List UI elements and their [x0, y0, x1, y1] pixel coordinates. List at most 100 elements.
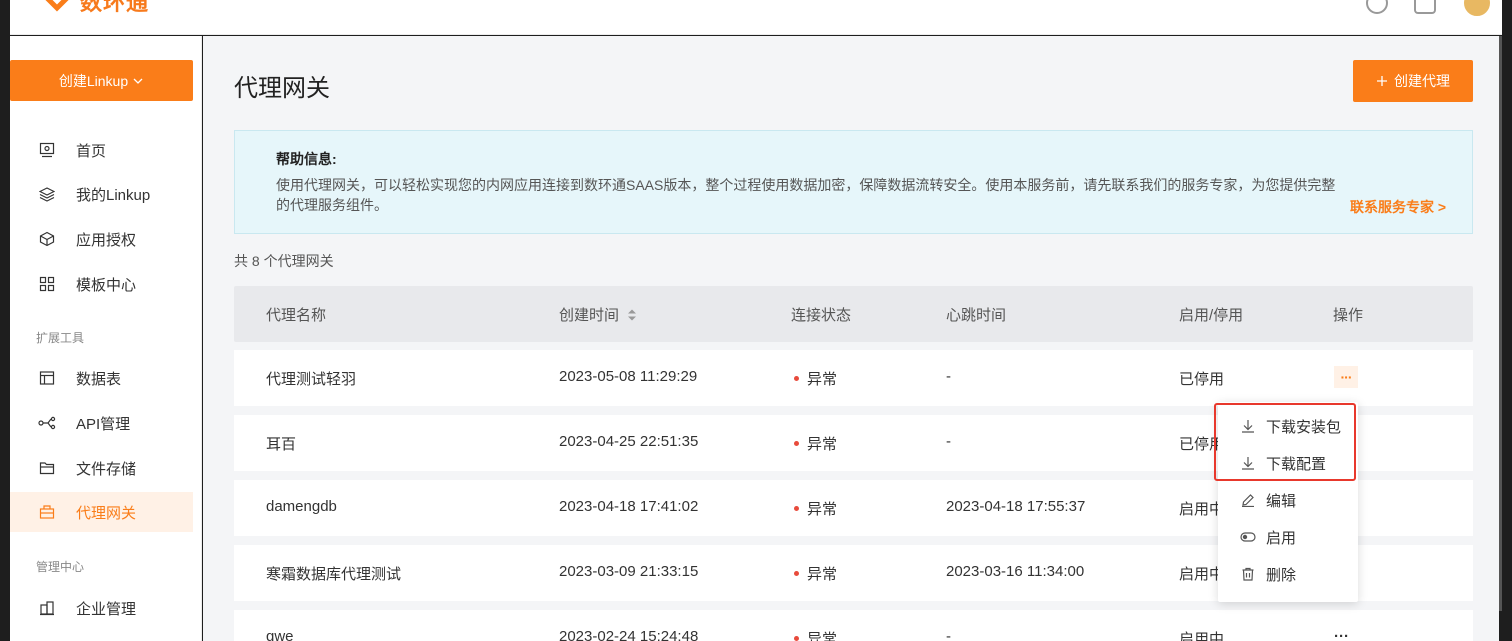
- sidebar-item-label: 我的Linkup: [76, 186, 151, 204]
- toggle-icon: [1240, 529, 1256, 545]
- sidebar-item-label: 首页: [76, 142, 107, 160]
- gateway-count: 共 8 个代理网关: [234, 253, 334, 269]
- plus-icon: [1377, 76, 1387, 86]
- cell-heartbeat: -: [946, 368, 951, 385]
- sidebar-item-home[interactable]: 首页: [10, 130, 193, 170]
- table-row: 代理测试轻羽 2023-05-08 11:29:29 异常 - 已停用 ···: [234, 350, 1473, 406]
- cell-created: 2023-04-18 17:41:02: [559, 498, 699, 515]
- gateway-icon: [38, 503, 56, 521]
- cell-enabled: 已停用: [1179, 371, 1225, 388]
- grid-icon: [38, 275, 56, 293]
- cell-name: qwe: [266, 628, 294, 641]
- help-text: 使用代理网关，可以轻松实现您的内网应用连接到数环通SAAS版本，整个过程使用数据…: [276, 177, 1336, 213]
- cell-name: 寒霜数据库代理测试: [266, 566, 402, 583]
- trash-icon: [1240, 566, 1256, 582]
- status-text: 异常: [807, 501, 838, 518]
- cell-heartbeat: -: [946, 433, 951, 450]
- create-linkup-label: 创建Linkup: [58, 72, 129, 89]
- status-dot: [794, 376, 799, 381]
- message-icon[interactable]: [1414, 0, 1436, 14]
- cell-created: 2023-04-25 22:51:35: [559, 433, 699, 450]
- cell-status: 异常: [794, 628, 837, 641]
- status-text: 异常: [807, 371, 838, 388]
- cell-heartbeat: 2023-04-18 17:55:37: [946, 498, 1086, 515]
- chevron-down-icon: [133, 78, 143, 84]
- menu-item-delete[interactable]: 删除: [1218, 556, 1358, 592]
- sidebar-item-proxy-gateway[interactable]: 代理网关: [10, 492, 193, 532]
- status-dot: [794, 506, 799, 511]
- menu-item-enable[interactable]: 启用: [1218, 519, 1358, 555]
- cell-name: 代理测试轻羽: [266, 371, 357, 388]
- avatar[interactable]: [1462, 0, 1492, 18]
- menu-item-label: 删除: [1266, 566, 1297, 584]
- col-heartbeat: 心跳时间: [946, 307, 1007, 324]
- sidebar-item-label: 企业管理: [76, 600, 137, 618]
- sidebar-item-my-linkup[interactable]: 我的Linkup: [10, 174, 193, 214]
- status-text: 异常: [807, 436, 838, 453]
- sidebar-item-api[interactable]: API管理: [10, 403, 193, 443]
- col-actions: 操作: [1333, 307, 1364, 324]
- cell-enabled: 启用中: [1179, 631, 1225, 641]
- sidebar-item-label: 应用授权: [76, 231, 137, 249]
- table-row: qwe 2023-02-24 15:24:48 异常 - 启用中 ···: [234, 610, 1473, 641]
- sidebar-item-app-auth[interactable]: 应用授权: [10, 219, 193, 259]
- contact-expert-link[interactable]: 联系服务专家 >: [1350, 197, 1446, 217]
- sidebar-item-enterprise[interactable]: 企业管理: [10, 588, 193, 628]
- help-title: 帮助信息:: [276, 151, 337, 167]
- cell-status: 异常: [794, 498, 837, 519]
- menu-item-label: 启用: [1266, 529, 1297, 547]
- main-content: 代理网关 创建代理 帮助信息: 使用代理网关，可以轻松实现您的内网应用连接到数环…: [203, 36, 1499, 641]
- api-icon: [38, 414, 56, 432]
- building-icon: [38, 599, 56, 617]
- help-icon[interactable]: [1366, 0, 1388, 14]
- status-dot: [794, 636, 799, 641]
- sidebar-item-datatable[interactable]: 数据表: [10, 358, 193, 398]
- cell-name: damengdb: [266, 498, 337, 515]
- logo-text: 数环通: [80, 0, 150, 15]
- create-proxy-button[interactable]: 创建代理: [1353, 60, 1473, 102]
- section-tools-heading: 扩展工具: [36, 331, 85, 345]
- cell-name: 耳百: [266, 436, 297, 453]
- col-status: 连接状态: [791, 307, 852, 324]
- col-enabled: 启用/停用: [1179, 307, 1244, 324]
- cell-status: 异常: [794, 563, 837, 584]
- top-bar: 数环通: [10, 0, 1502, 35]
- cell-created: 2023-03-09 21:33:15: [559, 563, 699, 580]
- col-created[interactable]: 创建时间: [559, 304, 637, 325]
- cell-status: 异常: [794, 433, 837, 454]
- sidebar-item-label: 数据表: [76, 370, 122, 388]
- app-frame: 数环通 创建Linkup 首页 我的Linkup 应用授权 模板中心 扩展工具 …: [0, 0, 1512, 641]
- edit-icon: [1240, 492, 1256, 508]
- cell-heartbeat: 2023-03-16 11:34:00: [946, 563, 1085, 580]
- sidebar-item-label: API管理: [76, 415, 131, 433]
- logo-icon: [42, 0, 72, 16]
- sort-icon[interactable]: [627, 308, 637, 322]
- cell-created: 2023-05-08 11:29:29: [559, 368, 698, 385]
- status-text: 异常: [807, 631, 838, 641]
- scrollbar-thumb[interactable]: [1499, 36, 1502, 611]
- menu-item-label: 编辑: [1266, 492, 1297, 510]
- logo[interactable]: 数环通: [42, 0, 149, 16]
- annotation-highlight-box: [1214, 403, 1356, 481]
- cell-heartbeat: -: [946, 628, 951, 641]
- cell-status: 异常: [794, 368, 837, 389]
- status-dot: [794, 571, 799, 576]
- sidebar-item-label: 代理网关: [76, 504, 137, 522]
- sidebar-item-templates[interactable]: 模板中心: [10, 264, 193, 304]
- table-icon: [38, 369, 56, 387]
- more-actions-button[interactable]: ···: [1334, 366, 1358, 388]
- section-admin-heading: 管理中心: [36, 560, 85, 574]
- more-actions-button[interactable]: ···: [1334, 628, 1349, 641]
- col-name: 代理名称: [266, 307, 327, 324]
- create-proxy-label: 创建代理: [1394, 73, 1450, 89]
- sidebar-item-file-storage[interactable]: 文件存储: [10, 448, 193, 488]
- cube-icon: [38, 230, 56, 248]
- create-linkup-button[interactable]: 创建Linkup: [10, 60, 193, 101]
- menu-item-edit[interactable]: 编辑: [1218, 482, 1358, 518]
- page-title: 代理网关: [234, 75, 330, 102]
- top-actions: [1366, 0, 1502, 18]
- monitor-icon: [38, 141, 56, 159]
- sidebar: 创建Linkup 首页 我的Linkup 应用授权 模板中心 扩展工具 数据表 …: [10, 36, 202, 641]
- col-created-label: 创建时间: [559, 307, 620, 324]
- status-dot: [794, 441, 799, 446]
